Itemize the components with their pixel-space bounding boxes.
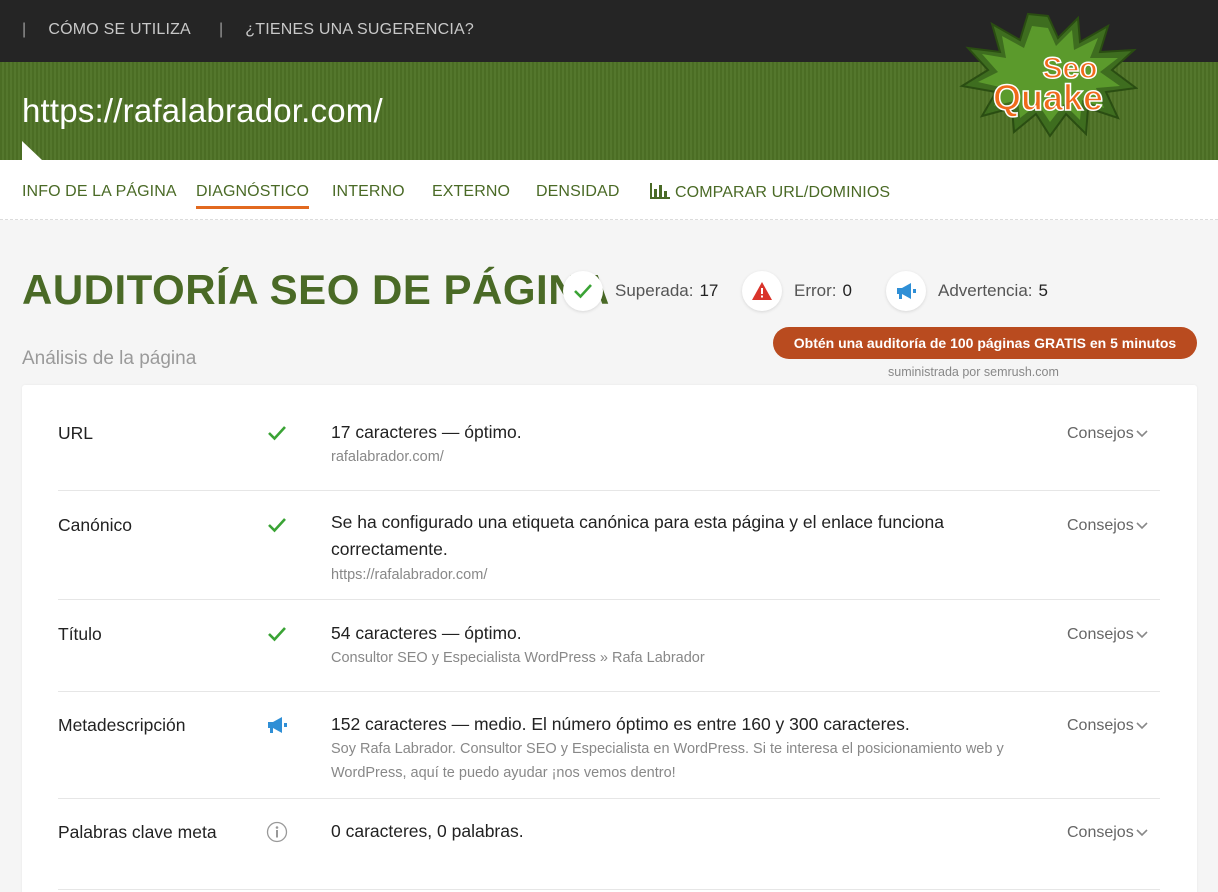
nav-separator: |	[22, 21, 27, 38]
tips-dropdown[interactable]: Consejos	[1067, 717, 1148, 735]
stat-passed-label: Superada:	[615, 281, 694, 300]
tab-diagnostic[interactable]: DIAGNÓSTICO	[196, 183, 310, 209]
row-detail: Consultor SEO y Especialista WordPress »…	[331, 650, 705, 666]
warning-icon	[752, 282, 772, 300]
row-name: Palabras clave meta	[58, 822, 217, 842]
row-result: 17 caracteres — óptimo.	[331, 422, 522, 442]
info-icon	[266, 821, 288, 843]
how-to-use-link[interactable]: CÓMO SE UTILIZA	[48, 21, 191, 39]
row-name: Canónico	[58, 515, 132, 535]
tab-density[interactable]: DENSIDAD	[536, 183, 619, 201]
tips-dropdown[interactable]: Consejos	[1067, 425, 1148, 443]
tab-internal[interactable]: INTERNO	[332, 183, 405, 201]
tab-compare[interactable]: COMPARAR URL/DOMINIOS	[650, 183, 890, 202]
stat-passed-value: 17	[699, 281, 719, 300]
chevron-down-icon	[1136, 430, 1148, 438]
row-detail: rafalabrador.com/	[331, 449, 444, 465]
megaphone-icon	[268, 717, 287, 733]
stat-error-label: Error:	[794, 281, 837, 300]
stat-error: Error: 0	[742, 271, 852, 311]
page-title: AUDITORÍA SEO DE PÁGINA	[22, 266, 610, 313]
chevron-down-icon	[1136, 722, 1148, 730]
check-icon	[268, 518, 286, 533]
section-subtitle: Análisis de la página	[22, 348, 197, 369]
seoquake-logo: Seo Quake	[959, 12, 1138, 138]
tab-external[interactable]: EXTERNO	[432, 183, 510, 201]
row-name: Metadescripción	[58, 715, 186, 735]
row-result: Se ha configurado una etiqueta canónica …	[331, 512, 944, 559]
chevron-down-icon	[1136, 829, 1148, 837]
audit-row-canonical: Canónico Se ha configurado una etiqueta …	[58, 491, 1160, 600]
audit-row-url: URL 17 caracteres — óptimo. rafalabrador…	[58, 385, 1160, 491]
tips-dropdown[interactable]: Consejos	[1067, 824, 1148, 842]
header-notch	[22, 141, 42, 160]
check-icon	[268, 627, 286, 642]
audit-row-meta-keywords: Palabras clave meta 0 caracteres, 0 pala…	[58, 799, 1160, 890]
row-result: 54 caracteres — óptimo.	[331, 623, 522, 643]
stat-warning-value: 5	[1038, 281, 1048, 300]
stat-warning: Advertencia: 5	[886, 271, 1048, 311]
logo-text-bottom: Quake	[993, 77, 1103, 118]
stat-warning-label: Advertencia:	[938, 281, 1033, 300]
suggestion-link[interactable]: ¿TIENES UNA SUGERENCIA?	[245, 21, 474, 39]
top-nav: | CÓMO SE UTILIZA | ¿TIENES UNA SUGERENC…	[22, 21, 502, 39]
tips-dropdown[interactable]: Consejos	[1067, 626, 1148, 644]
row-name: Título	[58, 624, 102, 644]
main-tabs: INFO DE LA PÁGINA DIAGNÓSTICO INTERNO EX…	[0, 160, 1218, 220]
chevron-down-icon	[1136, 522, 1148, 530]
check-icon	[574, 284, 592, 299]
stat-passed: Superada: 17	[563, 271, 718, 311]
row-result: 0 caracteres, 0 palabras.	[331, 821, 524, 841]
free-audit-button[interactable]: Obtén una auditoría de 100 páginas GRATI…	[773, 327, 1197, 359]
stat-error-value: 0	[842, 281, 852, 300]
bar-chart-icon	[650, 183, 670, 199]
tips-label: Consejos	[1067, 425, 1134, 442]
audit-row-meta-description: Metadescripción 152 caracteres — medio. …	[58, 692, 1160, 799]
tips-dropdown[interactable]: Consejos	[1067, 517, 1148, 535]
tips-label: Consejos	[1067, 717, 1134, 734]
supplied-by-text: suministrada por semrush.com	[888, 365, 1059, 379]
tips-label: Consejos	[1067, 517, 1134, 534]
nav-separator: |	[218, 21, 224, 38]
chevron-down-icon	[1136, 631, 1148, 639]
row-detail: Soy Rafa Labrador. Consultor SEO y Espec…	[331, 741, 1004, 781]
analyzed-url: https://rafalabrador.com/	[22, 92, 383, 129]
tips-label: Consejos	[1067, 626, 1134, 643]
audit-card: URL 17 caracteres — óptimo. rafalabrador…	[22, 385, 1197, 892]
audit-row-title: Título 54 caracteres — óptimo. Consultor…	[58, 600, 1160, 692]
megaphone-icon	[897, 283, 916, 299]
row-detail: https://rafalabrador.com/	[331, 567, 488, 583]
check-icon	[268, 426, 286, 441]
row-name: URL	[58, 423, 94, 443]
tips-label: Consejos	[1067, 824, 1134, 841]
tab-page-info[interactable]: INFO DE LA PÁGINA	[22, 183, 177, 201]
row-result: 152 caracteres — medio. El número óptimo…	[331, 714, 910, 734]
tab-compare-label: COMPARAR URL/DOMINIOS	[675, 184, 891, 201]
